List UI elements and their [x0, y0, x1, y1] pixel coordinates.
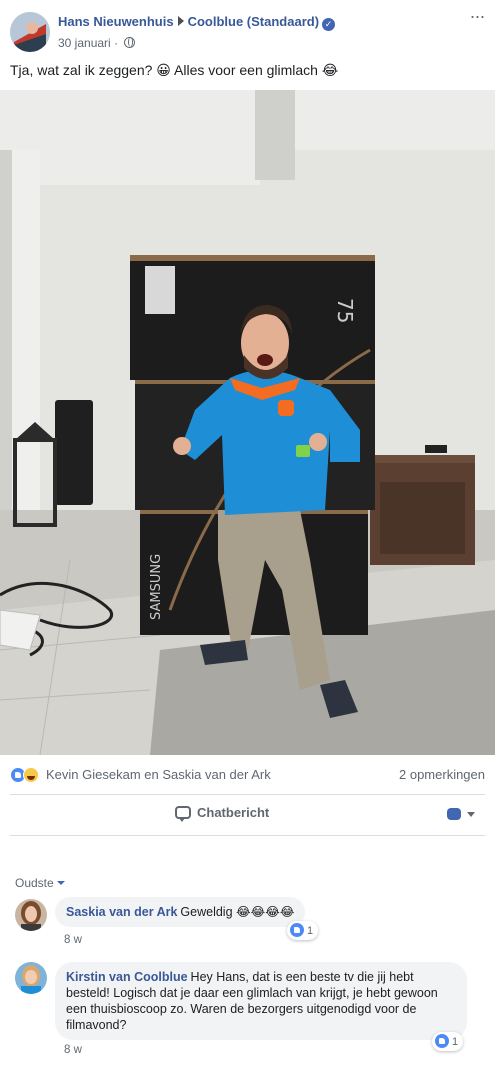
author-avatar[interactable]: [10, 12, 50, 52]
post-author-line: Hans Nieuwenhuis Coolblue (Standaard) ✓: [58, 14, 336, 31]
globe-icon[interactable]: [124, 37, 136, 48]
commenter-avatar[interactable]: [15, 962, 47, 994]
chevron-down-icon: [467, 812, 475, 817]
reaction-icons[interactable]: [10, 767, 42, 783]
meta-separator: ·: [114, 36, 119, 50]
author-name-link[interactable]: Hans Nieuwenhuis: [58, 14, 174, 29]
like-reaction-icon: [290, 923, 304, 937]
post-date-link[interactable]: 30 januari: [58, 36, 111, 50]
sort-label: Oudste: [15, 876, 54, 890]
divider: [10, 794, 485, 795]
comment-count-link[interactable]: 2 opmerkingen: [399, 767, 485, 782]
target-page-link[interactable]: Coolblue (Standaard): [188, 14, 319, 29]
comment-timestamp[interactable]: 8 w: [64, 1044, 82, 1056]
reaction-count: 1: [452, 1036, 459, 1048]
chat-bubble-icon: [175, 806, 191, 822]
reaction-count: 1: [307, 925, 314, 937]
verified-badge-icon: ✓: [322, 18, 336, 31]
reaction-names-link[interactable]: Kevin Giesekam en Saskia van der Ark: [46, 767, 271, 782]
chat-button[interactable]: Chatbericht: [175, 805, 270, 822]
more-options-icon[interactable]: ···: [467, 7, 487, 30]
chat-button-label: Chatbericht: [197, 805, 270, 820]
comment-reaction-count[interactable]: 1: [432, 1032, 464, 1051]
post-header: Hans Nieuwenhuis Coolblue (Standaard) ✓ 30…: [0, 0, 495, 60]
tv-box-size-text: 75: [333, 298, 357, 323]
page-identity-icon: [447, 808, 461, 820]
comment-reaction-count[interactable]: 1: [287, 921, 319, 940]
reactions-summary: Kevin Giesekam en Saskia van der Ark 2 o…: [0, 757, 495, 793]
comment-author-link[interactable]: Kirstin van Coolblue: [66, 970, 188, 984]
commenter-avatar[interactable]: [15, 899, 47, 931]
post-photo[interactable]: 75 SAMSUNG: [0, 90, 495, 755]
like-reaction-icon: [435, 1034, 449, 1048]
arrow-right-icon: [177, 16, 184, 26]
action-bar: Chatbericht: [0, 796, 495, 834]
post-meta: 30 januari ·: [58, 36, 136, 50]
comment-timestamp[interactable]: 8 w: [64, 934, 82, 946]
caret-down-icon: [56, 881, 65, 885]
comment-text: Geweldig 😂😂😂😂: [180, 905, 295, 919]
post-text: Tja, wat zal ik zeggen? 😀 Alles voor een…: [10, 62, 339, 78]
divider: [10, 835, 485, 836]
comment-bubble: Kirstin van Coolblue Hey Hans, dat is een…: [55, 962, 467, 1040]
audience-selector[interactable]: [447, 808, 479, 822]
haha-reaction-icon: [23, 767, 39, 783]
comment-sort-dropdown[interactable]: Oudste: [15, 876, 65, 890]
comment-bubble: Saskia van der Ark Geweldig 😂😂😂😂: [55, 897, 306, 927]
comment-author-link[interactable]: Saskia van der Ark: [66, 905, 177, 919]
tv-box-brand-text: SAMSUNG: [149, 554, 164, 620]
